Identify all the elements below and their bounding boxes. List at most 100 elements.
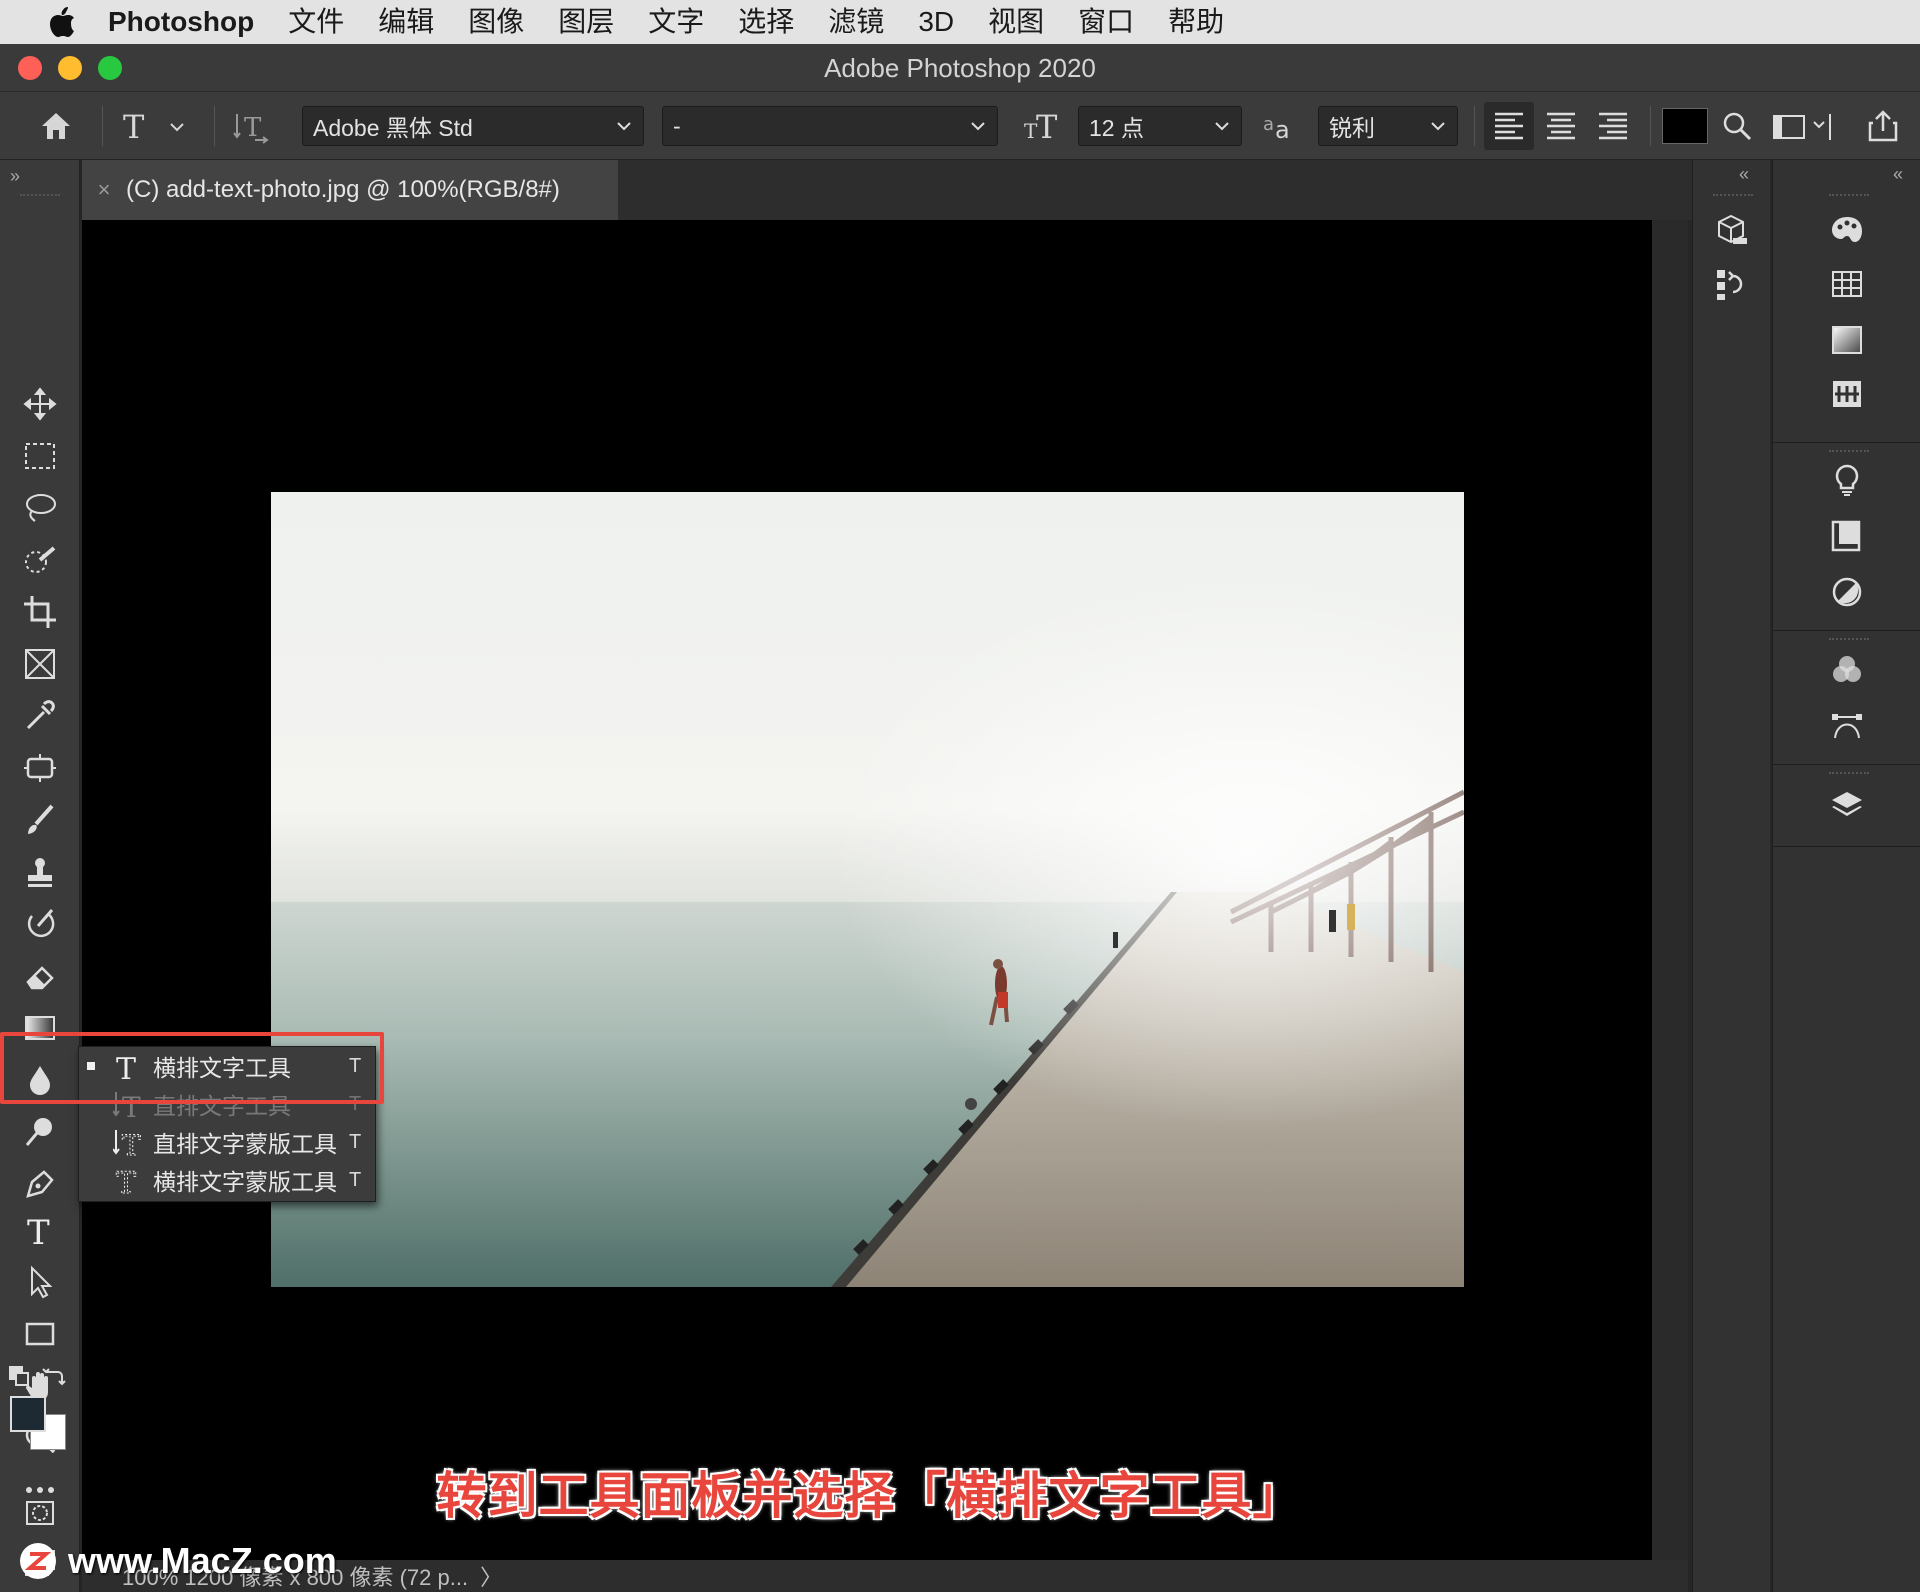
swatches-panel-icon[interactable] — [1827, 264, 1867, 304]
crop-tool-icon[interactable] — [14, 589, 66, 635]
eraser-tool-icon[interactable] — [14, 953, 66, 999]
menu-3d[interactable]: 3D — [918, 0, 954, 44]
menu-image[interactable]: 图像 — [468, 0, 524, 44]
svg-text:T: T — [244, 113, 262, 143]
document-canvas[interactable] — [82, 220, 1652, 1560]
divider — [1650, 106, 1651, 146]
watermark: www.MacZ.com — [20, 1540, 337, 1582]
divider — [102, 106, 103, 146]
horizontal-type-mask-icon: T — [116, 1166, 137, 1197]
dodge-tool-icon[interactable] — [14, 1109, 66, 1155]
tool-preset-picker[interactable]: T — [118, 102, 190, 150]
menu-view[interactable]: 视图 — [988, 0, 1044, 44]
gradients-panel-icon[interactable] — [1827, 320, 1867, 360]
font-family-value: Adobe 黑体 Std — [313, 115, 473, 141]
flyout-item-label: 直排文字蒙版工具 — [153, 1131, 337, 1157]
menu-select[interactable]: 选择 — [738, 0, 794, 44]
menu-filter[interactable]: 滤镜 — [828, 0, 884, 44]
close-tab-icon[interactable]: × — [82, 177, 126, 203]
history-panel-icon[interactable] — [1711, 264, 1751, 304]
swap-colors-icon[interactable] — [42, 1364, 66, 1388]
menu-type[interactable]: 文字 — [648, 0, 704, 44]
divider — [1773, 442, 1920, 443]
menu-window[interactable]: 窗口 — [1078, 0, 1134, 44]
channels-panel-icon[interactable] — [1827, 650, 1867, 690]
align-left-icon[interactable] — [1484, 102, 1534, 150]
status-menu-arrow[interactable]: 〉 — [480, 1560, 502, 1592]
svg-text:a: a — [1275, 116, 1290, 144]
rectangle-tool-icon[interactable] — [14, 1311, 66, 1357]
layers-panel-icon[interactable] — [1827, 786, 1867, 826]
svg-text:a: a — [1263, 114, 1274, 135]
brush-tool-icon[interactable] — [14, 797, 66, 843]
flyout-item-shortcut: T — [349, 1168, 362, 1191]
move-tool-icon[interactable] — [14, 381, 66, 427]
default-colors-icon[interactable] — [8, 1365, 32, 1387]
chevron-down-icon — [617, 122, 631, 131]
vertical-scrollbar[interactable] — [1652, 220, 1688, 1560]
panel-grip — [1829, 638, 1869, 640]
3d-panel-icon[interactable] — [1711, 210, 1751, 250]
adjustments-panel-icon[interactable] — [1827, 572, 1867, 612]
document-tab-label: (C) add-text-photo.jpg @ 100%(RGB/8#) — [126, 176, 560, 203]
menu-edit[interactable]: 编辑 — [378, 0, 434, 44]
expand-panels-icon[interactable]: « — [1739, 164, 1749, 185]
align-right-icon[interactable] — [1588, 102, 1638, 150]
foreground-color-swatch[interactable] — [10, 1396, 46, 1432]
color-panel-icon[interactable] — [1827, 210, 1867, 250]
pen-tool-icon[interactable] — [14, 1161, 66, 1207]
flyout-item-vertical-type-mask[interactable]: T 直排文字蒙版工具 T — [79, 1123, 377, 1161]
svg-text:T: T — [122, 1129, 141, 1158]
quick-selection-tool-icon[interactable] — [14, 537, 66, 583]
menu-file[interactable]: 文件 — [288, 0, 344, 44]
home-icon[interactable] — [30, 102, 82, 150]
tutorial-caption: 转到工具面板并选择「横排文字工具」 — [436, 1468, 1304, 1524]
clone-stamp-tool-icon[interactable] — [14, 849, 66, 895]
divider — [1474, 106, 1475, 146]
flyout-item-label: 横排文字蒙版工具 — [153, 1169, 337, 1195]
document-tab[interactable]: × (C) add-text-photo.jpg @ 100%(RGB/8#) — [82, 160, 618, 220]
text-color-swatch[interactable] — [1662, 108, 1708, 144]
flyout-item-horizontal-type-mask[interactable]: T 横排文字蒙版工具 T — [79, 1161, 377, 1199]
patterns-panel-icon[interactable] — [1827, 374, 1867, 414]
menu-layer[interactable]: 图层 — [558, 0, 614, 44]
type-tool-icon[interactable]: T — [14, 1208, 66, 1254]
eyedropper-tool-icon[interactable] — [14, 693, 66, 739]
chevron-down-icon — [1215, 122, 1229, 131]
font-style-dropdown[interactable]: - — [662, 106, 998, 146]
chevron-down-icon — [971, 122, 985, 131]
healing-brush-tool-icon[interactable] — [14, 745, 66, 791]
share-icon[interactable] — [1862, 102, 1904, 150]
antialias-dropdown[interactable]: 锐利 — [1318, 106, 1458, 146]
panel-grip — [1713, 194, 1753, 196]
svg-text:T: T — [116, 1166, 136, 1196]
paths-panel-icon[interactable] — [1827, 706, 1867, 746]
svg-text:T: T — [123, 108, 145, 144]
font-style-value: - — [673, 112, 681, 139]
lasso-tool-icon[interactable] — [14, 485, 66, 531]
font-size-dropdown[interactable]: 12 点 — [1078, 106, 1242, 146]
menu-app-name[interactable]: Photoshop — [108, 0, 254, 44]
collapse-panel-icon[interactable]: » — [10, 166, 20, 187]
text-orientation-icon[interactable]: T — [228, 102, 274, 150]
panel-grip — [1829, 194, 1869, 196]
panel-dock-icons: « — [1772, 160, 1920, 1592]
search-icon[interactable] — [1716, 102, 1758, 150]
collapse-panels-icon[interactable]: « — [1893, 164, 1903, 185]
marquee-tool-icon[interactable] — [14, 433, 66, 479]
antialias-value: 锐利 — [1329, 115, 1375, 141]
tools-panel: » T — [0, 160, 80, 1592]
align-center-icon[interactable] — [1536, 102, 1586, 150]
svg-text:T: T — [1036, 108, 1058, 144]
workspace-switcher-icon[interactable] — [1760, 102, 1836, 150]
path-selection-tool-icon[interactable] — [14, 1259, 66, 1305]
font-family-dropdown[interactable]: Adobe 黑体 Std — [302, 106, 644, 146]
history-brush-tool-icon[interactable] — [14, 901, 66, 947]
macz-logo-icon — [20, 1543, 56, 1579]
learn-panel-icon[interactable] — [1827, 460, 1867, 500]
frame-tool-icon[interactable] — [14, 641, 66, 687]
apple-icon[interactable] — [40, 0, 84, 44]
menu-help[interactable]: 帮助 — [1168, 0, 1224, 44]
libraries-panel-icon[interactable] — [1827, 516, 1867, 556]
vertical-type-mask-icon: T — [113, 1129, 142, 1158]
